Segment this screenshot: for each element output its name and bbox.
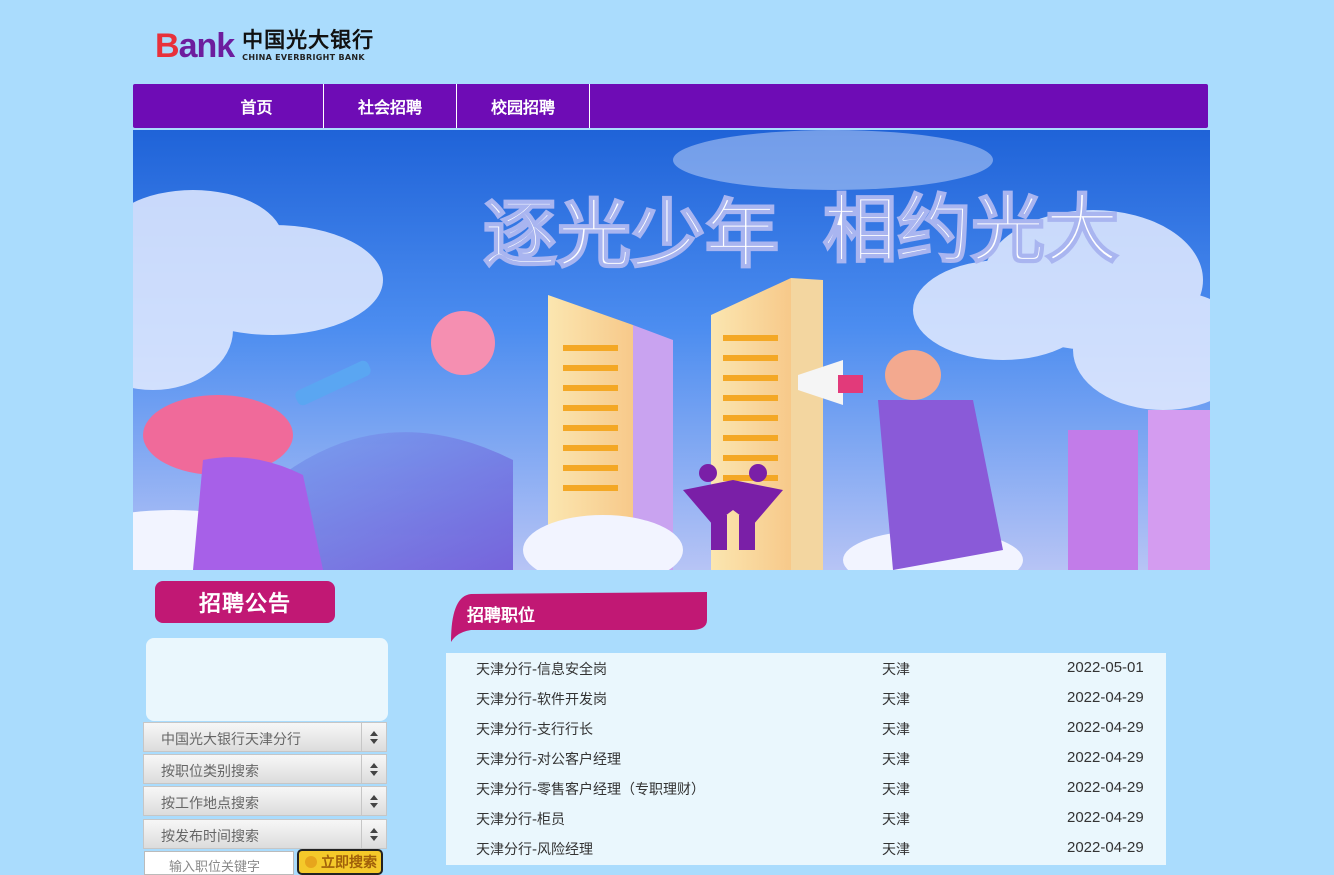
job-date: 2022-04-29 [1067,809,1144,826]
job-title[interactable]: 天津分行-风险经理 [476,839,593,859]
select-arrows-icon [361,723,386,751]
job-title[interactable]: 天津分行-信息安全岗 [476,659,607,679]
logo-text: 中国光大银行 CHINA EVERBRIGHT BANK [242,30,374,62]
work-location-select[interactable]: 按工作地点搜索 [143,786,387,816]
job-row[interactable]: 天津分行-零售客户经理（专职理财） 天津 2022-04-29 [446,773,1166,803]
select-arrows-icon [361,755,386,783]
job-title[interactable]: 天津分行-零售客户经理（专职理财） [476,779,705,799]
logo-mark: Bank [155,27,235,65]
job-row[interactable]: 天津分行-对公客户经理 天津 2022-04-29 [446,743,1166,773]
job-date: 2022-04-29 [1067,719,1144,736]
job-location: 天津 [882,662,910,678]
job-date: 2022-04-29 [1067,689,1144,706]
nav-item-campus-recruit[interactable]: 校园招聘 [457,84,589,128]
job-location: 天津 [882,692,910,708]
notice-box [146,638,388,721]
branch-select[interactable]: 中国光大银行天津分行 [143,722,387,752]
job-date: 2022-05-01 [1067,659,1144,676]
job-location: 天津 [882,782,910,798]
job-date: 2022-04-29 [1067,839,1144,856]
job-location: 天津 [882,842,910,858]
job-category-select-label: 按职位类别搜索 [161,764,259,780]
search-icon [305,856,317,868]
job-row[interactable]: 天津分行-柜员 天津 2022-04-29 [446,803,1166,833]
job-title[interactable]: 天津分行-支行行长 [476,719,593,739]
jobs-list: 天津分行-信息安全岗 天津 2022-05-01 天津分行-软件开发岗 天津 2… [446,653,1166,865]
logo-name-cn: 中国光大银行 [242,28,375,52]
keyword-search-input[interactable]: 输入职位关键字 [144,851,294,875]
banner-slogan-left: 逐光少年 [483,192,779,278]
job-row[interactable]: 天津分行-信息安全岗 天津 2022-05-01 [446,653,1166,683]
job-date: 2022-04-29 [1067,749,1144,766]
job-location: 天津 [882,752,910,768]
job-location: 天津 [882,812,910,828]
main-nav: 首页 社会招聘 校园招聘 [133,84,1208,128]
page: Bank 中国光大银行 CHINA EVERBRIGHT BANK 首页 社会招… [0,0,1334,875]
publish-time-select[interactable]: 按发布时间搜索 [143,819,387,849]
job-title[interactable]: 天津分行-软件开发岗 [476,689,607,709]
hero-banner: 逐光少年 相约光大 [133,130,1210,570]
select-arrows-icon [361,787,386,815]
job-location: 天津 [882,722,910,738]
job-category-select[interactable]: 按职位类别搜索 [143,754,387,784]
logo-name-en: CHINA EVERBRIGHT BANK [242,53,365,62]
job-date: 2022-04-29 [1067,779,1144,796]
job-row[interactable]: 天津分行-软件开发岗 天津 2022-04-29 [446,683,1166,713]
select-arrows-icon [361,820,386,848]
notice-title: 招聘公告 [155,581,335,623]
publish-time-select-label: 按发布时间搜索 [161,829,259,845]
job-title[interactable]: 天津分行-对公客户经理 [476,749,621,769]
banner-slogan-right: 相约光大 [823,187,1119,273]
search-button-label: 立即搜索 [321,855,377,871]
job-title[interactable]: 天津分行-柜员 [476,809,565,829]
nav-divider [589,84,590,128]
branch-select-label: 中国光大银行天津分行 [161,732,301,748]
search-button[interactable]: 立即搜索 [297,849,383,875]
nav-item-home[interactable]: 首页 [190,84,323,128]
job-row[interactable]: 天津分行-风险经理 天津 2022-04-29 [446,833,1166,863]
job-row[interactable]: 天津分行-支行行长 天津 2022-04-29 [446,713,1166,743]
work-location-select-label: 按工作地点搜索 [161,796,259,812]
jobs-title: 招聘职位 [467,606,535,626]
bank-logo[interactable]: Bank 中国光大银行 CHINA EVERBRIGHT BANK [155,26,374,66]
nav-item-social-recruit[interactable]: 社会招聘 [324,84,456,128]
